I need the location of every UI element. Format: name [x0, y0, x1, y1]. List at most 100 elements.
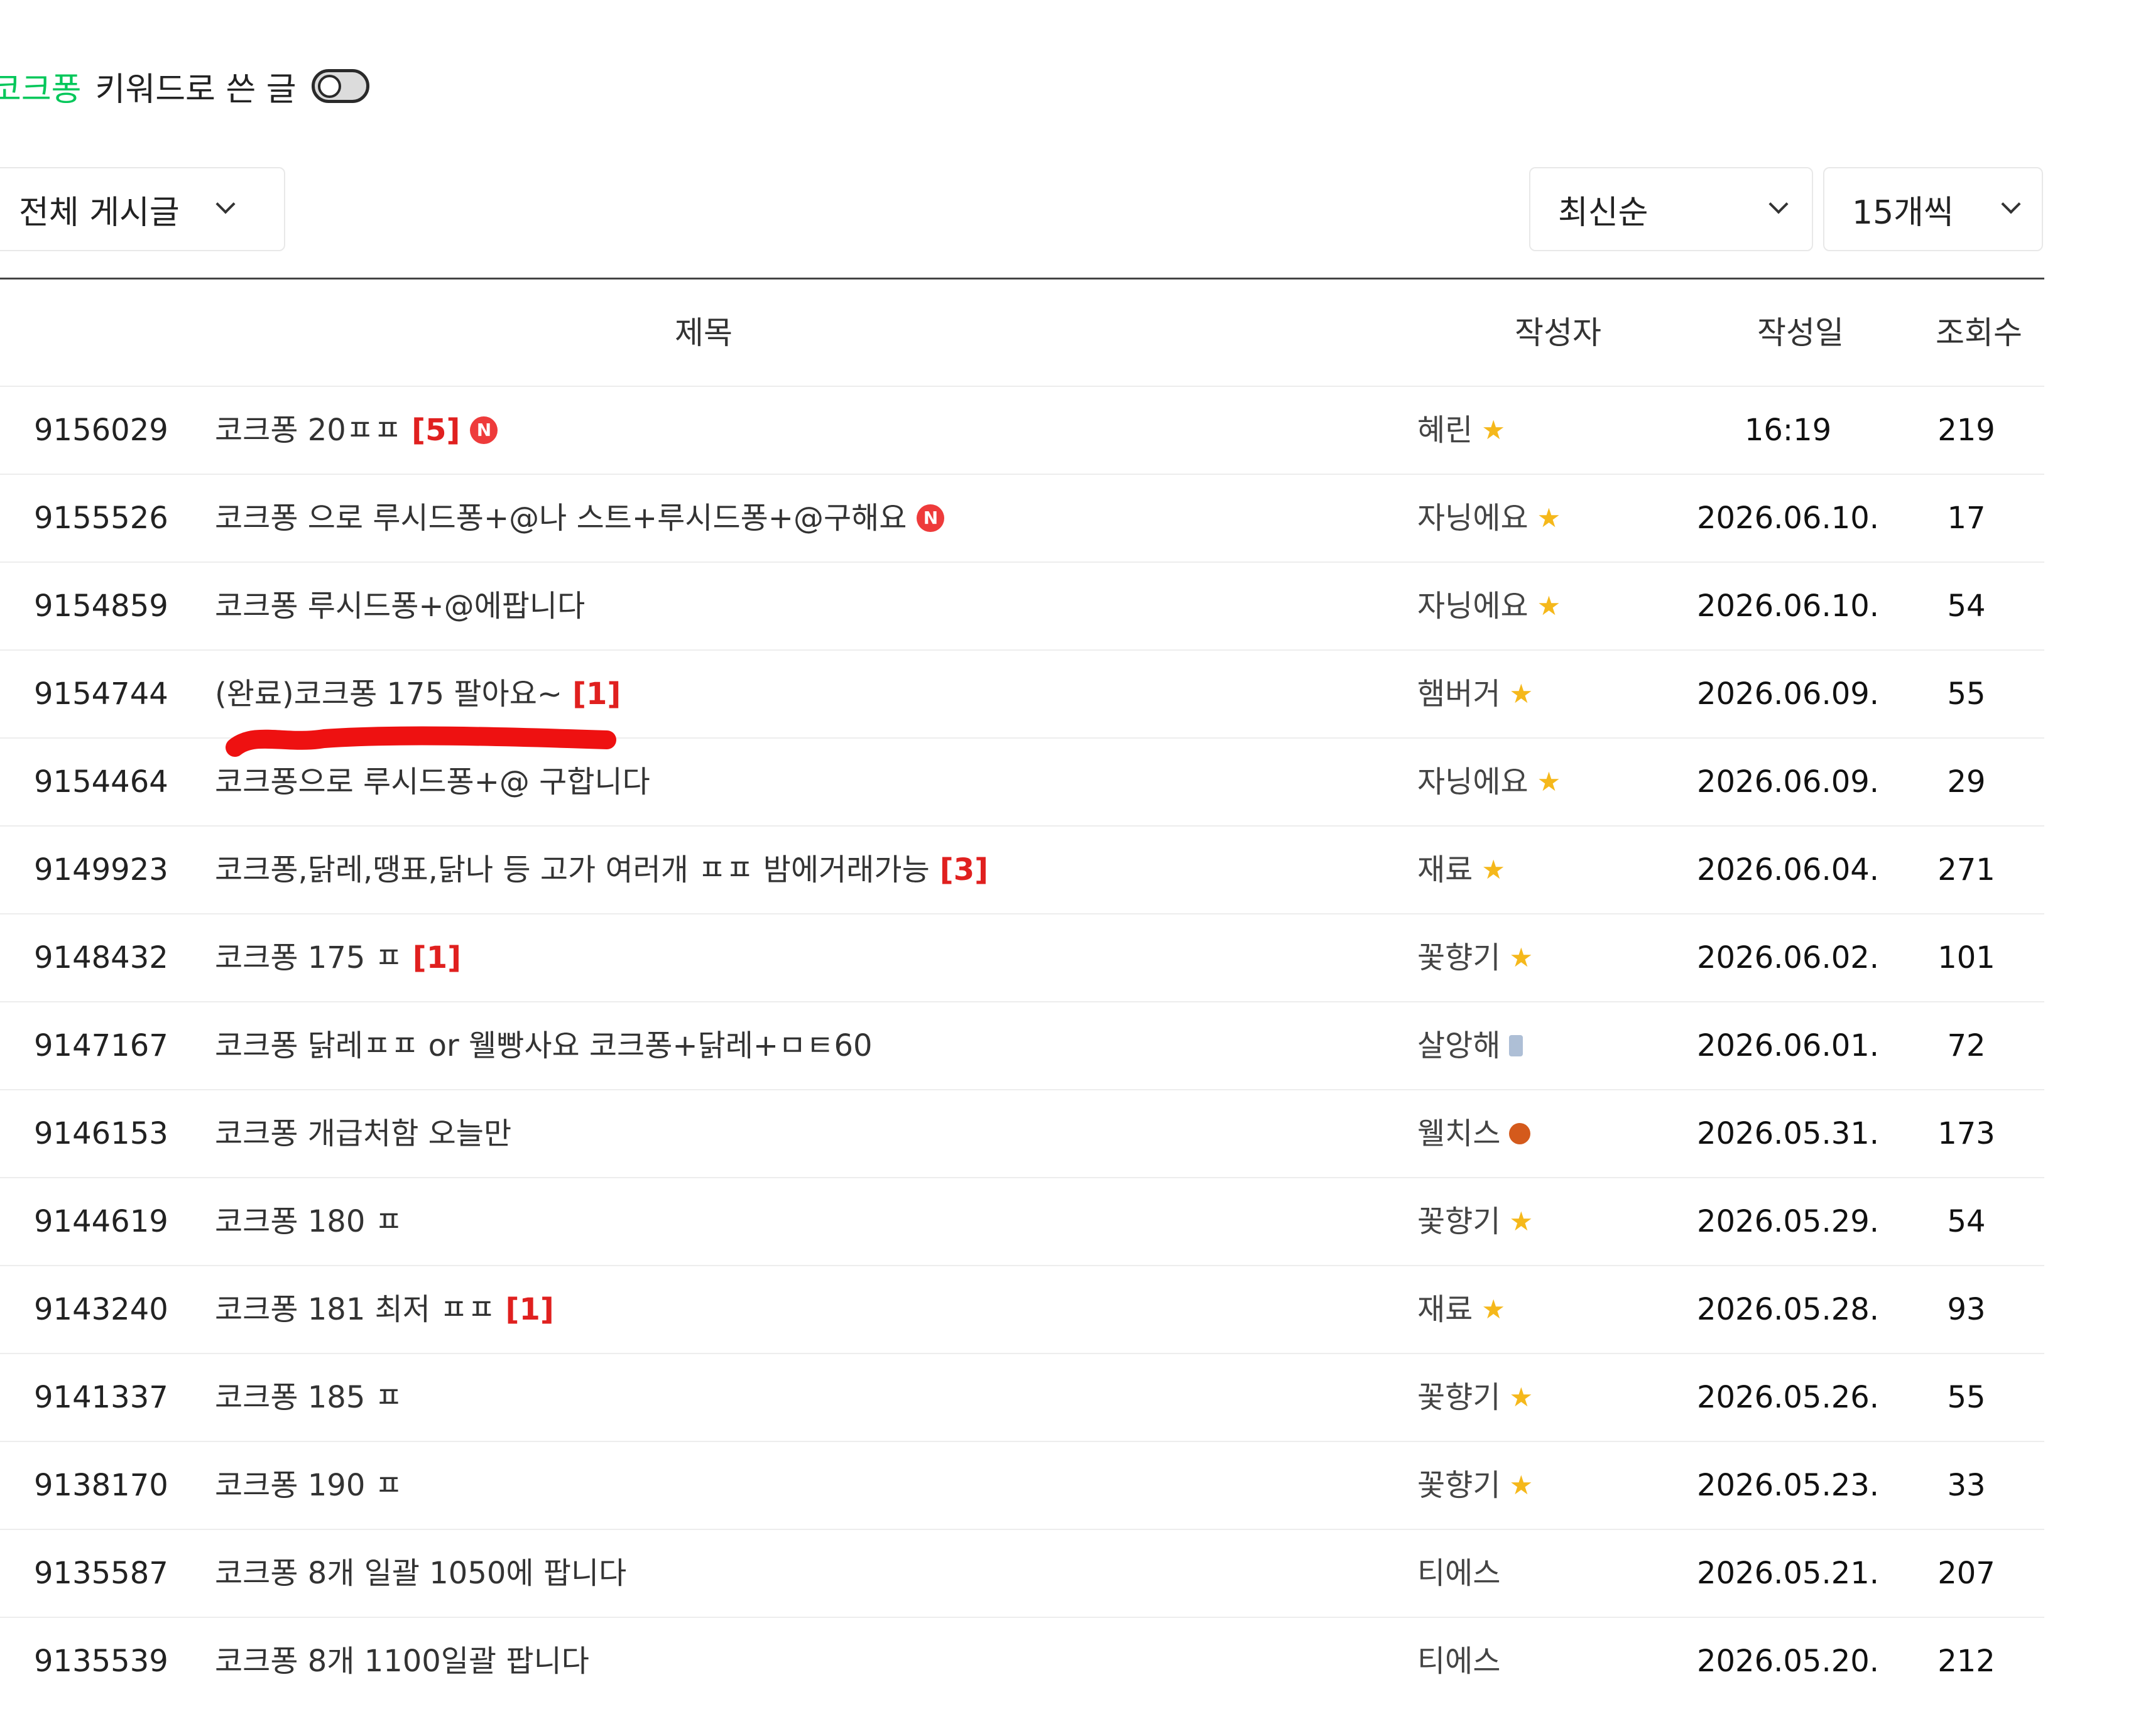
- post-title-cell: (완료)코크퐁 175 팔아요~ [1]: [215, 651, 621, 737]
- author-name[interactable]: 티에스: [1417, 1618, 1500, 1705]
- chevron-down-icon: [2001, 194, 2021, 214]
- comment-count[interactable]: [5]: [411, 387, 460, 474]
- author-name[interactable]: 웰치스: [1417, 1090, 1500, 1177]
- table-row: 9143240 코크퐁 181 최저 ㅍㅍ [1] 재료 ★ 2026.05.28. 93: [0, 1265, 2044, 1353]
- post-number: 9135587: [34, 1556, 168, 1591]
- keyword-filter-bar: 코크퐁 키워드로 쓴 글: [0, 58, 369, 114]
- author-name[interactable]: 살앙해: [1417, 1002, 1500, 1089]
- post-title-link[interactable]: 코크퐁,닭레,땡표,닭나 등 고가 여러개 ㅍㅍ 밤에거래가능: [215, 827, 930, 913]
- post-title-link[interactable]: 코크퐁 루시드퐁+@에팝니다: [215, 563, 585, 649]
- board-filter-dropdown[interactable]: 전체 게시글: [0, 167, 285, 251]
- view-count: 29: [1947, 764, 1986, 800]
- table-row: 9144619 코크퐁 180 ㅍ 꽃향기 ★ 2026.05.29. 54: [0, 1177, 2044, 1265]
- author-name[interactable]: 꽃향기: [1417, 1178, 1500, 1265]
- mug-icon: [1509, 1035, 1523, 1056]
- comment-count[interactable]: [1]: [506, 1266, 554, 1353]
- comment-count[interactable]: [3]: [940, 827, 988, 913]
- post-title-link[interactable]: 코크퐁 190 ㅍ: [215, 1442, 403, 1529]
- keyword-suffix: 키워드로 쓴 글: [95, 70, 297, 109]
- keyword-toggle[interactable]: [311, 69, 369, 103]
- author-name[interactable]: 재료: [1417, 827, 1473, 913]
- post-number: 9148432: [34, 940, 168, 975]
- post-date: 2026.05.23.: [1696, 1468, 1880, 1503]
- table-row: 9149923 코크퐁,닭레,땡표,닭나 등 고가 여러개 ㅍㅍ 밤에거래가능 [3…: [0, 825, 2044, 913]
- post-title-cell: 코크퐁 루시드퐁+@에팝니다: [215, 563, 585, 649]
- author-cell: 햄버거 ★: [1417, 651, 1533, 737]
- star-icon: ★: [1481, 415, 1505, 445]
- post-title-cell: 코크퐁 8개 일괄 1050에 팝니다: [215, 1530, 626, 1617]
- author-name[interactable]: 자닝에요: [1417, 739, 1528, 825]
- post-title-link[interactable]: 코크퐁 185 ㅍ: [215, 1354, 403, 1441]
- post-title-link[interactable]: 코크퐁 개급처함 오늘만: [215, 1090, 511, 1177]
- comment-count[interactable]: [1]: [572, 651, 621, 737]
- post-title-link[interactable]: 코크퐁 8개 일괄 1050에 팝니다: [215, 1530, 626, 1617]
- sort-label: 최신순: [1558, 193, 1648, 232]
- post-title-cell: 코크퐁,닭레,땡표,닭나 등 고가 여러개 ㅍㅍ 밤에거래가능 [3]: [215, 827, 988, 913]
- post-title-link[interactable]: 코크퐁 175 ㅍ: [215, 914, 403, 1001]
- sort-dropdown[interactable]: 최신순: [1529, 167, 1813, 251]
- post-title-link[interactable]: 코크퐁 으로 루시드퐁+@나 스트+루시드퐁+@구해요: [215, 475, 907, 561]
- author-name[interactable]: 꽃향기: [1417, 1442, 1500, 1529]
- view-count: 219: [1937, 413, 1995, 448]
- post-number: 9146153: [34, 1116, 168, 1151]
- view-count: 55: [1947, 1380, 1986, 1415]
- author-cell: 살앙해: [1417, 1002, 1523, 1089]
- star-icon: ★: [1509, 1382, 1534, 1413]
- new-badge-icon: N: [917, 504, 945, 532]
- red-pen-underline: [226, 726, 616, 757]
- post-number: 9149923: [34, 852, 168, 887]
- author-name[interactable]: 티에스: [1417, 1530, 1500, 1617]
- post-title-link[interactable]: 코크퐁 8개 1100일괄 팝니다: [215, 1618, 589, 1705]
- post-date: 2026.05.31.: [1696, 1116, 1880, 1151]
- post-number: 9141337: [34, 1380, 168, 1415]
- post-number: 9154859: [34, 589, 168, 624]
- post-list: 9156029 코크퐁 20ㅍㅍ [5] N 혜린 ★ 16:19 219 9155526 코크퐁…: [0, 386, 2044, 1705]
- post-title-cell: 코크퐁 175 ㅍ [1]: [215, 914, 461, 1001]
- star-icon: ★: [1481, 854, 1505, 885]
- author-cell: 꽃향기 ★: [1417, 1442, 1533, 1529]
- author-name[interactable]: 자닝에요: [1417, 475, 1528, 561]
- star-icon: ★: [1509, 1206, 1534, 1237]
- post-date: 2026.05.21.: [1696, 1556, 1880, 1591]
- table-top-divider: [0, 278, 2044, 279]
- author-cell: 재료 ★: [1417, 827, 1505, 913]
- post-title-link[interactable]: 코크퐁 닭레ㅍㅍ or 웰빵사요 코크퐁+닭레+ㅁㅌ60: [215, 1002, 873, 1089]
- table-row: 9146153 코크퐁 개급처함 오늘만 웰치스 2026.05.31. 173: [0, 1089, 2044, 1177]
- author-name[interactable]: 꽃향기: [1417, 1354, 1500, 1441]
- view-count: 54: [1947, 1204, 1986, 1239]
- view-count: 54: [1947, 589, 1986, 624]
- post-title-link[interactable]: (완료)코크퐁 175 팔아요~: [215, 651, 562, 737]
- table-row: 9135539 코크퐁 8개 1100일괄 팝니다 티에스 2026.05.20. 21…: [0, 1617, 2044, 1705]
- post-date: 2026.06.09.: [1696, 764, 1880, 800]
- comment-count[interactable]: [1]: [413, 914, 461, 1001]
- author-cell: 웰치스: [1417, 1090, 1531, 1177]
- post-title-link[interactable]: 코크퐁 180 ㅍ: [215, 1178, 403, 1265]
- post-date: 16:19: [1744, 413, 1832, 448]
- post-number: 9147167: [34, 1028, 168, 1063]
- view-count: 212: [1937, 1644, 1995, 1679]
- post-title-cell: 코크퐁 185 ㅍ: [215, 1354, 403, 1441]
- table-row: 9138170 코크퐁 190 ㅍ 꽃향기 ★ 2026.05.23. 33: [0, 1441, 2044, 1529]
- per-page-dropdown[interactable]: 15개씩: [1823, 167, 2043, 251]
- author-name[interactable]: 햄버거: [1417, 651, 1500, 737]
- post-date: 2026.06.10.: [1696, 501, 1880, 536]
- post-number: 9135539: [34, 1644, 168, 1679]
- post-number: 9154744: [34, 676, 168, 712]
- table-row: 9155526 코크퐁 으로 루시드퐁+@나 스트+루시드퐁+@구해요 N 자닝에요 ★…: [0, 474, 2044, 561]
- per-page-label: 15개씩: [1852, 193, 1954, 232]
- column-header-title: 제목: [675, 315, 733, 351]
- post-number: 9154464: [34, 764, 168, 800]
- post-title-link[interactable]: 코크퐁 20ㅍㅍ: [215, 387, 401, 474]
- post-number: 9155526: [34, 501, 168, 536]
- author-name[interactable]: 꽃향기: [1417, 914, 1500, 1001]
- author-name[interactable]: 재료: [1417, 1266, 1473, 1353]
- ball-icon: [1509, 1123, 1531, 1144]
- author-name[interactable]: 혜린: [1417, 387, 1473, 474]
- view-count: 173: [1937, 1116, 1995, 1151]
- post-title-link[interactable]: 코크퐁 181 최저 ㅍㅍ: [215, 1266, 496, 1353]
- post-date: 2026.06.02.: [1696, 940, 1880, 975]
- star-icon: ★: [1481, 1294, 1505, 1325]
- post-number: 9144619: [34, 1204, 168, 1239]
- star-icon: ★: [1509, 678, 1534, 709]
- author-name[interactable]: 자닝에요: [1417, 563, 1528, 649]
